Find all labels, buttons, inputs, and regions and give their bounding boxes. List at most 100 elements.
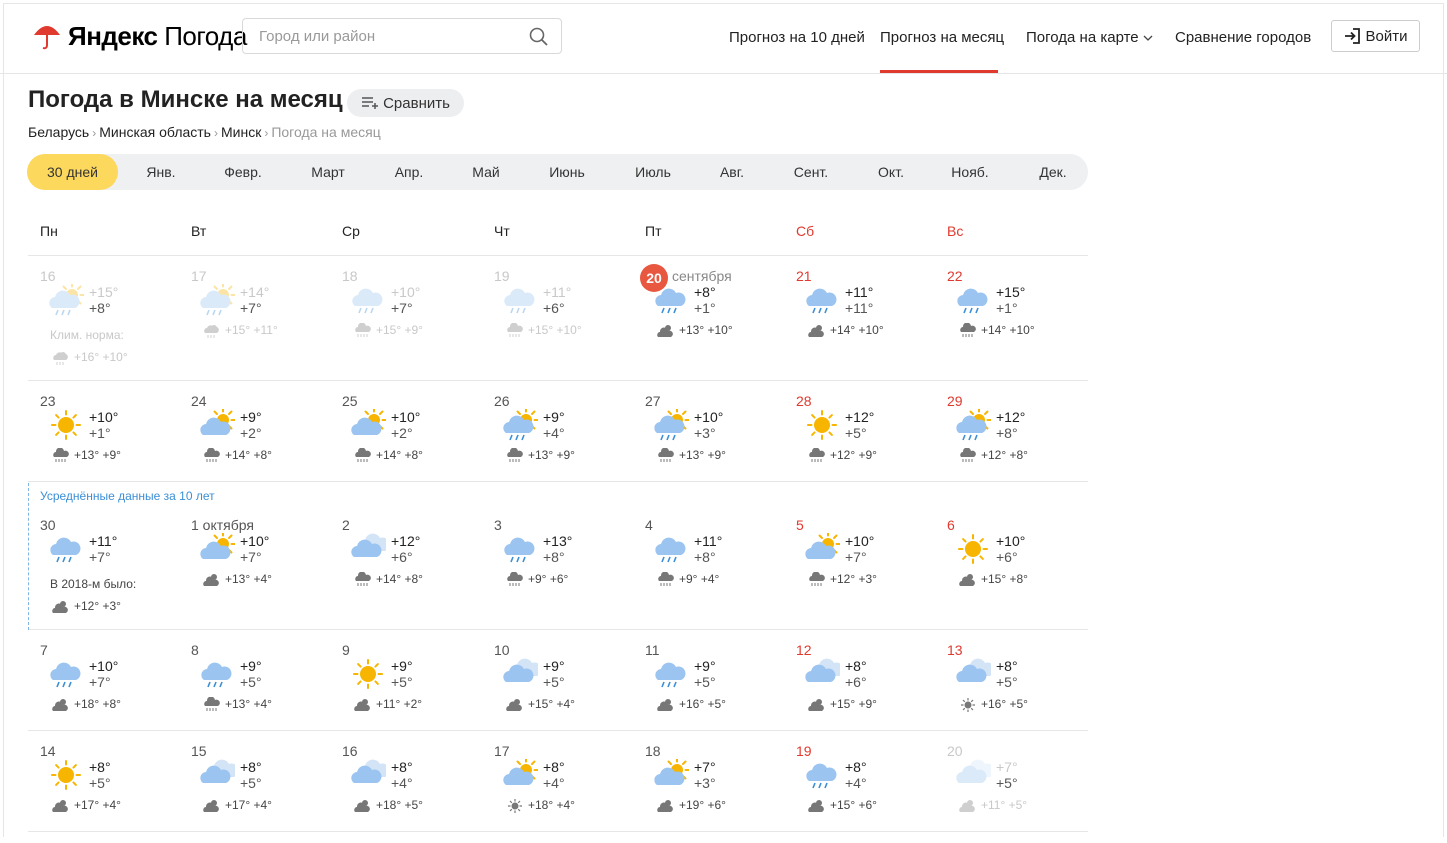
weekday-fri: Пт (645, 223, 662, 239)
day-cell[interactable]: 2 +12° +6° +14° +8° (342, 517, 492, 617)
weekday-tue: Вт (191, 223, 207, 239)
night-temp: +5° (240, 674, 262, 690)
day-cell[interactable]: 3 +13° +8° +9° +6° (494, 517, 644, 617)
day-cell[interactable]: 30 +11° +7° В 2018-м было: +12° +3° (40, 517, 190, 617)
breadcrumb-region[interactable]: Минская область (99, 124, 211, 140)
night-temp: +5° (694, 674, 716, 690)
tab-dec[interactable]: Дек. (1030, 154, 1076, 190)
sun-cloud-icon (657, 800, 673, 812)
day-number: 1 октября (191, 517, 254, 533)
day-cell[interactable]: 24 +9° +2° +14° +8° (191, 393, 341, 493)
cloud-rain-icon (355, 323, 371, 337)
tab-mar[interactable]: Март (303, 154, 353, 190)
day-cell[interactable]: 20 +7° +5° +11° +5° (947, 743, 1097, 843)
clim-norm-label: Клим. норма: (50, 328, 124, 342)
tab-aug[interactable]: Авг. (710, 154, 754, 190)
day-number: 2 (342, 517, 350, 533)
sun-cloud-icon (808, 325, 824, 337)
partly-cloudy-icon (654, 759, 689, 785)
day-number: 17 (494, 743, 510, 759)
day-cell[interactable]: 8 +9° +5° +13° +4° (191, 642, 341, 742)
secondary-temps: +12° +3° (830, 572, 877, 586)
tab-apr[interactable]: Апр. (385, 154, 433, 190)
day-number: 3 (494, 517, 502, 533)
night-temp: +5° (89, 775, 111, 791)
day-cell[interactable]: 16 +15° +8° Клим. норма: +16° +10° (40, 268, 190, 368)
tab-oct[interactable]: Окт. (870, 154, 912, 190)
compare-icon (362, 97, 379, 109)
secondary-temps: +13° +9° (74, 448, 121, 462)
day-cell[interactable]: 11 +9° +5° +16° +5° (645, 642, 795, 742)
partly-cloudy-rain-icon (49, 284, 84, 316)
day-cell[interactable]: 18 +10° +7° +15° +9° (342, 268, 492, 368)
tab-may[interactable]: Май (467, 154, 505, 190)
tab-sep[interactable]: Сент. (787, 154, 835, 190)
secondary-temps: +14° +8° (376, 448, 423, 462)
day-cell[interactable]: 21 +11° +11° +14° +10° (796, 268, 946, 368)
day-cell[interactable]: 27 +10° +3° +13° +9° (645, 393, 795, 493)
tab-jul[interactable]: Июль (627, 154, 679, 190)
login-button[interactable]: Войти (1331, 20, 1420, 52)
nav-map[interactable]: Погода на карте (1026, 29, 1153, 46)
day-cell[interactable]: 14 +8° +5° +17° +4° (40, 743, 190, 843)
night-temp: +11° (845, 300, 874, 316)
day-cell[interactable]: 23 +10° +1° +13° +9° (40, 393, 190, 493)
logo[interactable]: Яндекс Погода (32, 20, 247, 52)
cloudy-icon (351, 759, 386, 783)
day-cell[interactable]: 15 +8° +5° +17° +4° (191, 743, 341, 843)
day-cell[interactable]: 10 +9° +5° +15° +4° (494, 642, 644, 742)
tab-jan[interactable]: Янв. (137, 154, 185, 190)
day-number: 11 (645, 642, 660, 658)
nav-10-days[interactable]: Прогноз на 10 дней (729, 29, 865, 46)
day-cell[interactable]: 17 +8° +4° +18° +4° (494, 743, 644, 843)
day-cell[interactable]: 6 +10° +6° +15° +8° (947, 517, 1097, 617)
cloud-rain-icon (809, 448, 825, 462)
compare-button[interactable]: Сравнить (347, 89, 464, 117)
day-number: 5 (796, 517, 804, 533)
sun-cloud-rain-icon (204, 325, 219, 338)
weekday-wed: Ср (342, 223, 360, 239)
nav-compare-cities[interactable]: Сравнение городов (1175, 29, 1311, 46)
day-cell[interactable]: 19 +8° +4° +15° +6° (796, 743, 946, 843)
nav-month[interactable]: Прогноз на месяц (880, 29, 1004, 46)
tab-jun[interactable]: Июнь (541, 154, 593, 190)
day-cell[interactable]: 25 +10° +2° +14° +8° (342, 393, 492, 493)
day-cell[interactable]: 16 +8° +4° +18° +5° (342, 743, 492, 843)
day-cell[interactable]: 28 +12° +5° +12° +9° (796, 393, 946, 493)
cloudy-icon (351, 533, 386, 557)
day-cell[interactable]: 17 +14° +7° +15° +11° (191, 268, 341, 368)
day-cell[interactable]: 9 +9° +5° +11° +2° (342, 642, 492, 742)
tab-feb[interactable]: Февр. (213, 154, 273, 190)
secondary-temps: +15° +9° (830, 697, 877, 711)
day-number: 23 (40, 393, 56, 409)
secondary-temps: +18° +8° (74, 697, 121, 711)
search-icon[interactable] (529, 27, 549, 47)
tab-nov[interactable]: Нояб. (945, 154, 995, 190)
search-input[interactable] (243, 19, 529, 53)
secondary-temps: +12° +8° (981, 448, 1028, 462)
day-cell[interactable]: 20 сентября +8° +1° +13° +10° (640, 264, 795, 368)
day-cell[interactable]: 7 +10° +7° +18° +8° (40, 642, 190, 742)
secondary-temps: +17° +4° (225, 798, 272, 812)
day-cell[interactable]: 12 +8° +6° +15° +9° (796, 642, 946, 742)
day-cell[interactable]: 22 +15° +1° +14° +10° (947, 268, 1097, 368)
day-cell[interactable]: 1 октября +10° +7° +13° +4° (191, 517, 341, 617)
cloud-rain-icon (355, 572, 371, 586)
day-cell[interactable]: 29 +12° +8° +12° +8° (947, 393, 1097, 493)
day-cell[interactable]: 19 +11° +6° +15° +10° (494, 268, 644, 368)
breadcrumb-city[interactable]: Минск (221, 124, 261, 140)
divider (28, 629, 1088, 630)
day-cell[interactable]: 4 +11° +8° +9° +4° (645, 517, 795, 617)
breadcrumb-country[interactable]: Беларусь (28, 124, 89, 140)
tab-30-days[interactable]: 30 дней (27, 154, 118, 190)
secondary-temps: +13° +4° (225, 572, 272, 586)
day-cell[interactable]: 26 +9° +4° +13° +9° (494, 393, 644, 493)
day-cell[interactable]: 18 +7° +3° +19° +6° (645, 743, 795, 843)
day-cell[interactable]: 13 +8° +5° +16° +5° (947, 642, 1097, 742)
day-cell[interactable]: 5 +10° +7° +12° +3° (796, 517, 946, 617)
cloud-rain-icon (201, 662, 232, 688)
partly-cloudy-icon (805, 533, 840, 559)
secondary-temps: +14° +10° (981, 323, 1035, 337)
logo-brand: Яндекс (68, 20, 158, 51)
sun-icon (508, 799, 522, 813)
